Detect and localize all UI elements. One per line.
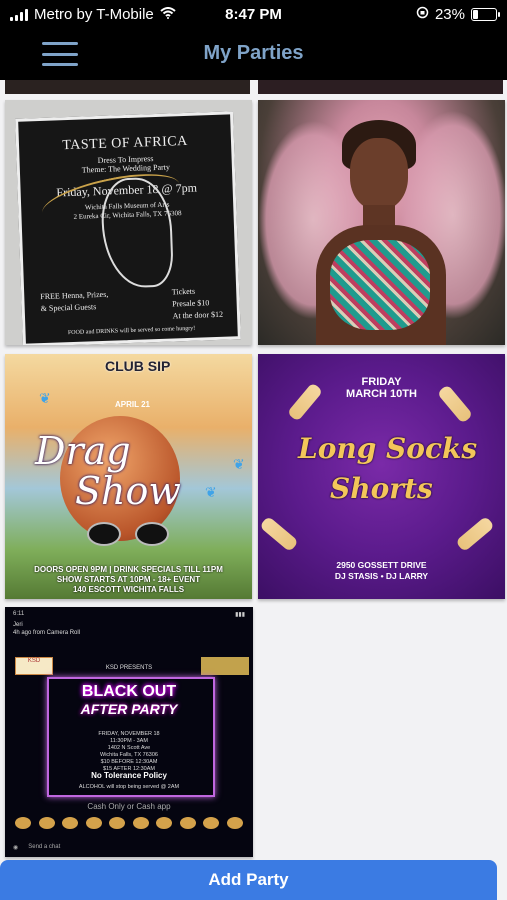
presents-label: KSD PRESENTS [105,665,153,671]
flyer-footer: FOOD and DRINKS will be served so come h… [67,325,196,337]
nav-bar: My Parties [0,30,507,80]
screenshot-time: 6:11 [13,611,25,617]
flyer-image: TASTE OF AFRICA Dress To Impress Theme: … [15,111,241,345]
emoji-icon [15,817,31,829]
sock-graphic [259,515,299,553]
event-info-line: 140 ESCOTT WICHITA FALLS [72,585,185,594]
party-card-carnival[interactable] [258,100,505,345]
event-day: FRIDAY [361,376,402,388]
sunglasses-graphic [87,522,171,546]
emoji-icon [38,817,55,829]
flyer-tickets: Tickets Presale $10 At the door $12 [172,285,224,323]
emoji-icon [109,817,126,829]
screenshot-signal-icon: ▮▮▮ [235,612,245,618]
camera-icon: ◉ [13,845,19,851]
story-subtitle: 4h ago from Camera Roll [13,630,81,636]
add-party-button[interactable]: Add Party [0,860,497,900]
payment-text: Cash Only or Cash app [87,802,171,811]
costume-jewels [330,240,430,330]
event-info-line: SHOW STARTS AT 10PM - 18+ EVENT [56,575,201,584]
flyer-details: FRIDAY, NOVEMBER 18 11:30PM - 3AM 1402 N… [5,731,253,773]
emoji-icon [156,817,173,829]
party-card-taste-of-africa[interactable]: TASTE OF AFRICA Dress To Impress Theme: … [5,100,252,345]
emoji-icon [85,817,102,829]
flyer-subtitle: AFTER PARTY [80,701,178,717]
emoji-icon [132,817,149,829]
status-bar: Metro by T-Mobile 8:47 PM 23% [0,0,507,30]
title-line-1: Long Socks [298,432,478,465]
flyer-title: BLACK OUT [81,683,177,700]
detail-line: 11:30PM - 3AM [110,738,148,744]
status-right: 23% [416,6,500,23]
event-info: DOORS OPEN 9PM | DRINK SPECIALS TILL 11P… [5,565,252,595]
photo-figure [350,138,408,210]
policy-text: No Tolerance Policy [91,771,167,780]
emoji-icon [226,817,243,829]
drag-word: Drag [35,429,131,473]
party-card-black-out[interactable]: 6:11 ▮▮▮ Jeri 4h ago from Camera Roll KSD… [5,607,253,857]
event-date: FRIDAY MARCH 10TH [258,376,505,400]
battery-percent: 23% [434,6,465,23]
butterfly-icon: ❦ [205,484,217,500]
emoji-row [15,817,243,829]
emoji-icon [179,817,196,829]
butterfly-icon: ❦ [233,456,245,472]
battery-icon [471,8,500,21]
partial-party-card[interactable] [258,80,503,94]
story-username: Jeri [13,622,23,628]
title-line-2: Shorts [330,472,433,505]
emoji-icon [203,817,220,829]
show-word: Show [75,469,181,513]
event-location: 2950 GOSSETT DRIVE DJ STASIS • DJ LARRY [258,560,505,582]
partial-party-card[interactable] [5,80,250,94]
lock-rotation-icon [416,6,429,23]
event-info-line: DOORS OPEN 9PM | DRINK SPECIALS TILL 11P… [34,565,223,574]
event-month: APRIL 21 [115,400,150,409]
detail-line: Wichita Falls, TX 76306 [100,752,158,758]
event-date-text: MARCH 10TH [346,388,417,400]
sock-graphic [455,515,495,553]
detail-line: 1402 N Scott Ave [107,745,151,751]
reply-placeholder: Send a chat [28,844,61,850]
butterfly-icon: ❦ [39,390,51,406]
event-djs: DJ STASIS • DJ LARRY [334,571,429,581]
party-card-long-socks[interactable]: FRIDAY MARCH 10TH Long Socks Shorts 2950… [258,354,505,599]
emoji-icon [62,817,79,829]
flyer-extras: FREE Henna, Prizes, & Special Guests [40,289,109,314]
party-grid[interactable]: TASTE OF AFRICA Dress To Impress Theme: … [0,80,507,900]
party-card-drag-show[interactable]: CLUB SIP APRIL 21 Drag Show ❦ ❦ ❦ DOORS … [5,354,252,599]
reply-bar: ◉ Send a chat [13,844,245,851]
alcohol-text: ALCOHOL will stop being served @ 2AM [78,784,180,790]
detail-line: FRIDAY, NOVEMBER 18 [98,731,160,737]
detail-line: $10 BEFORE 12:30AM [100,759,158,765]
story-user: Jeri 4h ago from Camera Roll [13,621,80,637]
club-logo: CLUB SIP [105,358,171,374]
screenshot-status: 6:11 ▮▮▮ [13,611,245,618]
door-price: At the door $12 [172,309,224,321]
page-title: My Parties [203,42,304,64]
event-address: 2950 GOSSETT DRIVE [336,560,427,570]
